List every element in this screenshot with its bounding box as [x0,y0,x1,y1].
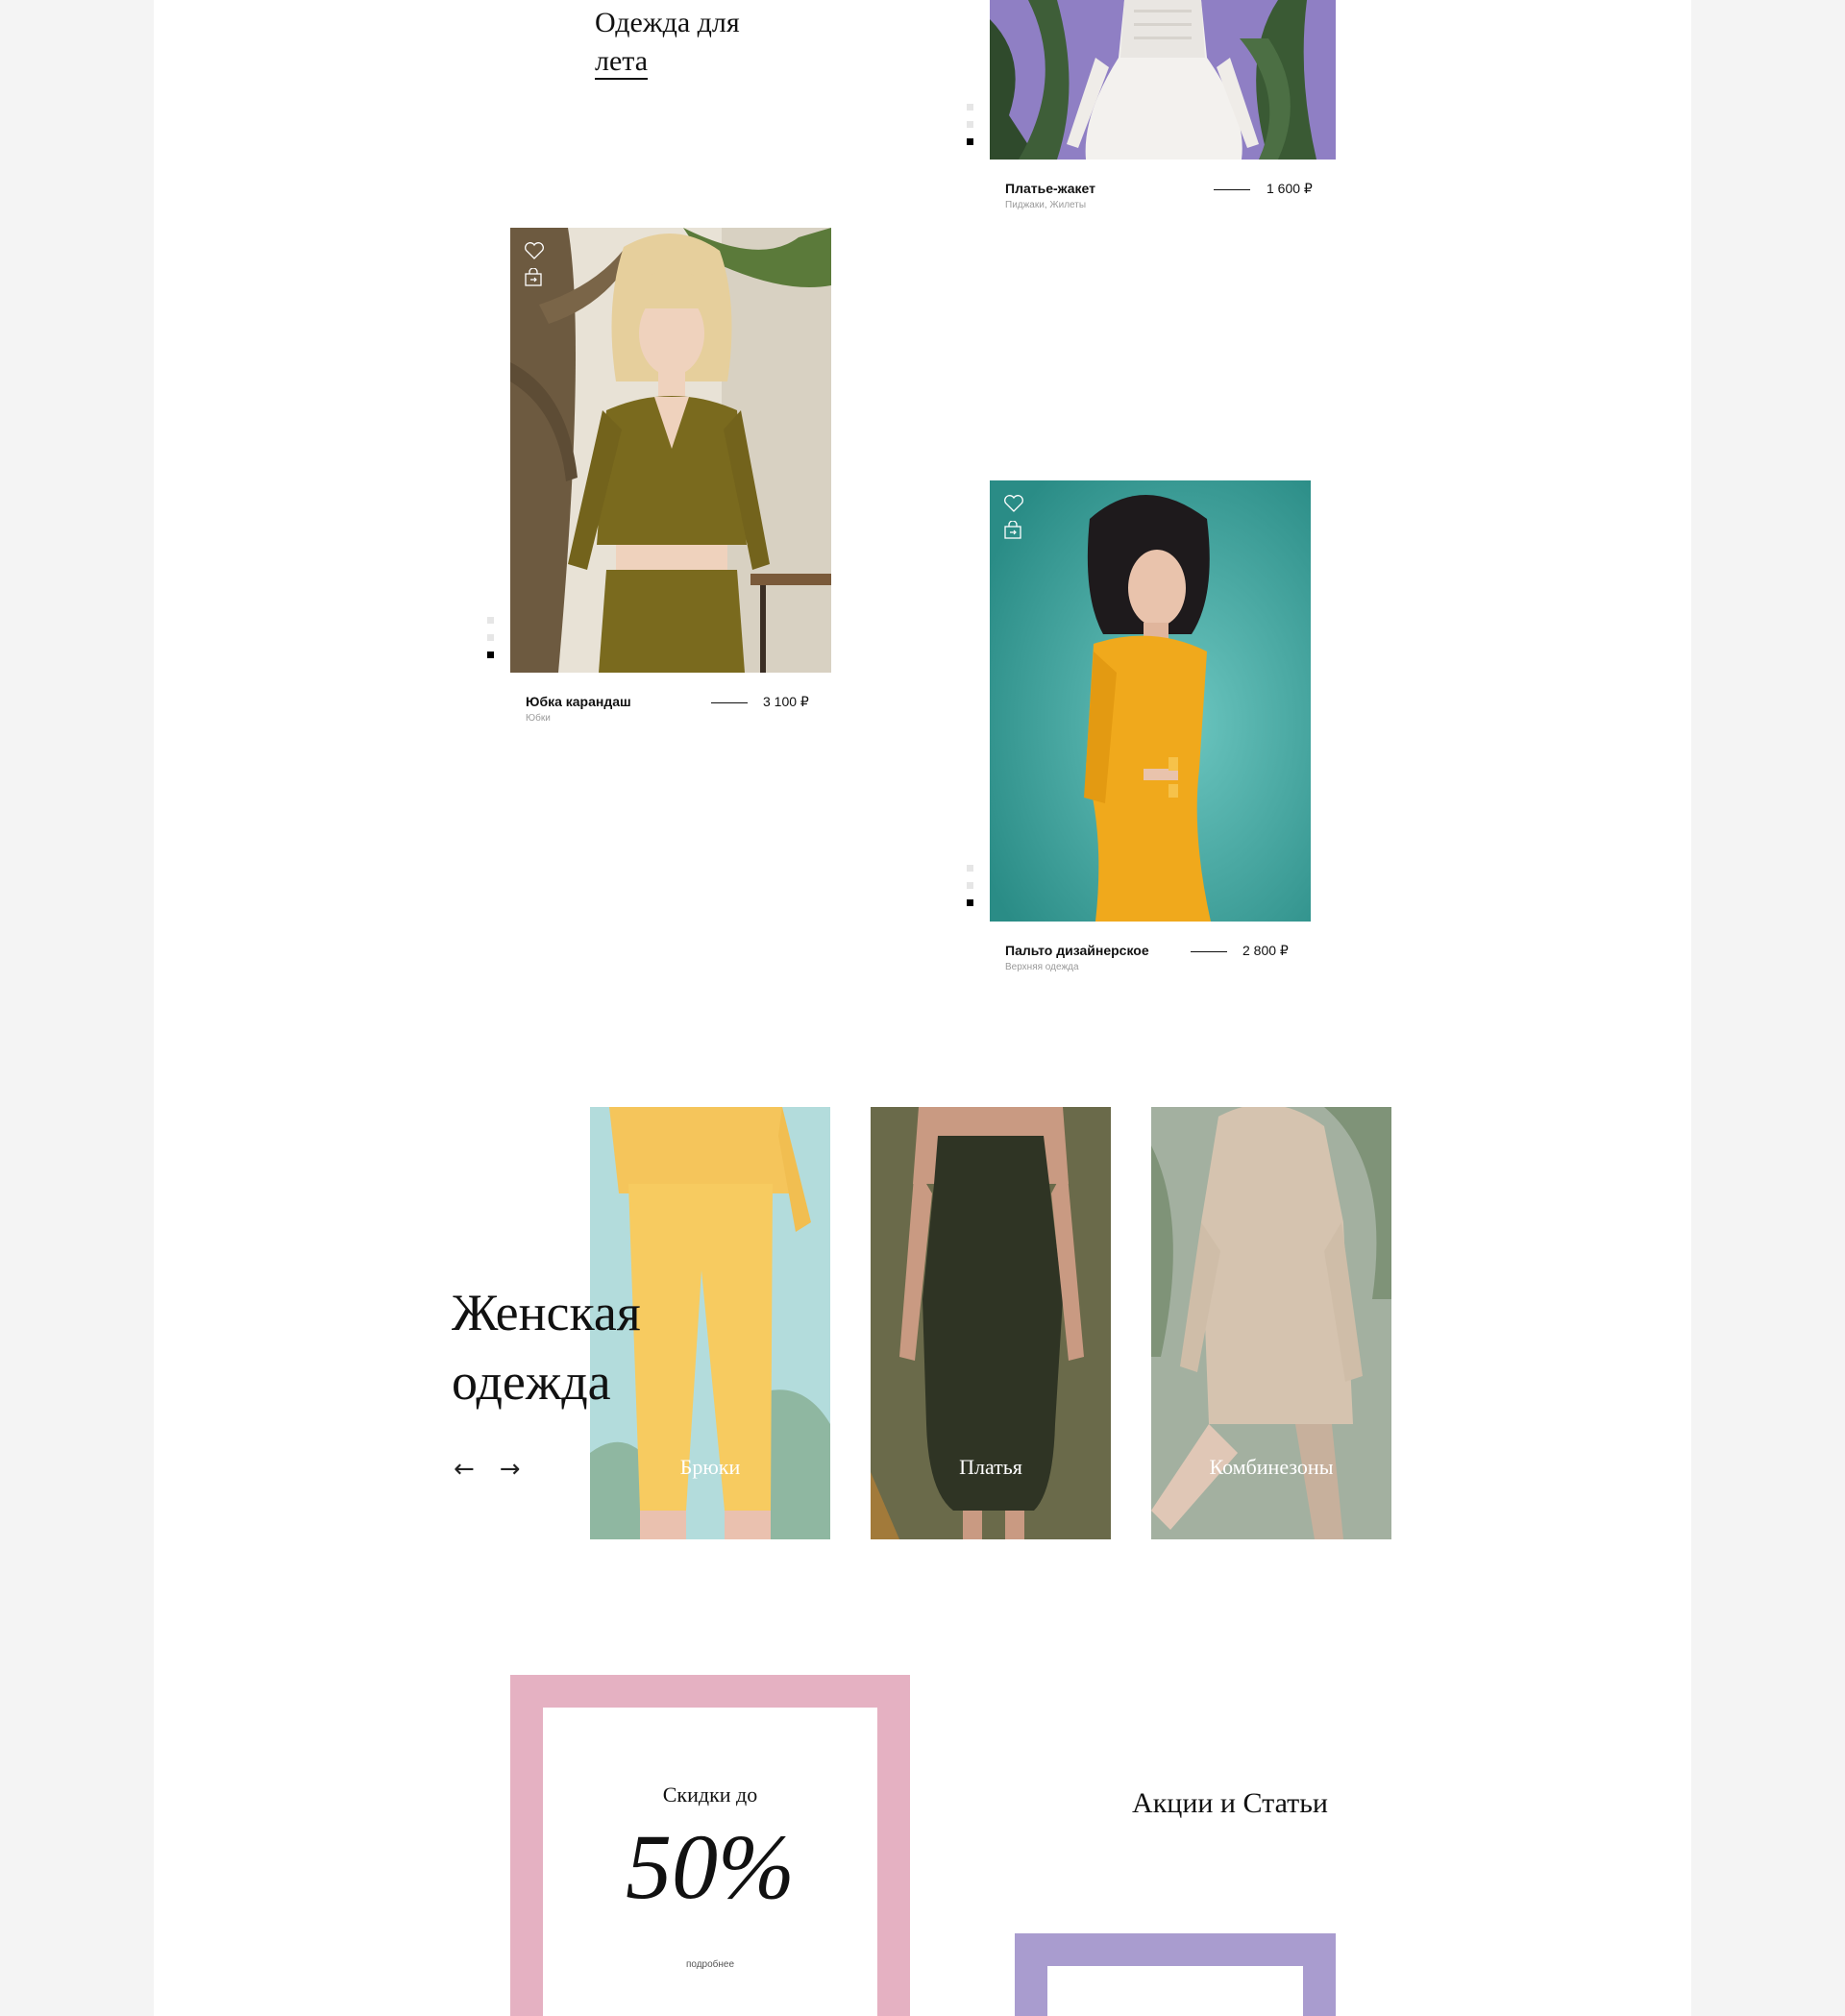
sale-value: 50% [626,1815,795,1918]
heart-icon[interactable] [1003,494,1024,513]
bag-icon[interactable] [1003,521,1022,540]
bag-icon[interactable] [524,268,543,287]
arrow-left-icon[interactable]: ← [454,1455,475,1484]
women-heading-line1: Женская [452,1284,641,1341]
dot[interactable] [487,634,494,641]
summer-link[interactable]: лета [595,45,649,80]
dot-active[interactable] [967,138,973,145]
category-tile-dresses[interactable]: Платья [871,1107,1111,1539]
product-price: 1 600 ₽ [1267,181,1313,196]
price-dash [1191,951,1227,952]
slide-dots-dress-jacket[interactable] [967,104,973,156]
product-price: 2 800 ₽ [1242,943,1289,958]
slide-dots-pencil-skirt[interactable] [487,617,494,669]
dot[interactable] [487,617,494,624]
promo-card-inner [1047,1966,1303,2016]
dot[interactable] [967,865,973,872]
product-name[interactable]: Юбка карандаш [526,694,631,709]
designer-coat-image [990,480,1311,922]
product-name[interactable]: Пальто дизайнерское [1005,943,1149,958]
category-tile-jumpsuits[interactable]: Комбинезоны [1151,1107,1391,1539]
women-heading: Женская одежда [452,1278,641,1416]
carousel-arrows: ← → [454,1455,546,1484]
heart-icon[interactable] [524,241,545,260]
product-category: Пиджаки, Жилеты [1005,200,1087,210]
page: Одежда для лета Платье-жакет Пиджаки, Жи… [154,0,1691,2016]
pencil-skirt-image [510,228,831,673]
sale-more-link[interactable]: подробнее [543,1959,877,1970]
product-name[interactable]: Платье-жакет [1005,181,1095,196]
summer-heading-line1: Одежда для [595,7,740,38]
product-photo-pencil-skirt[interactable] [510,228,831,673]
dot-active[interactable] [487,652,494,658]
product-category: Юбки [526,713,551,724]
category-label: Комбинезоны [1209,1455,1334,1479]
articles-heading: Акции и Статьи [1132,1787,1328,1819]
summer-heading: Одежда для лета [595,4,740,81]
dot-active[interactable] [967,899,973,906]
arrow-right-icon[interactable]: → [500,1455,521,1484]
card-icons [1003,494,1024,548]
product-photo-designer-coat[interactable] [990,480,1311,922]
price-dash [711,702,748,703]
dot[interactable] [967,121,973,128]
price-dash [1214,189,1250,190]
dress-jacket-image [990,0,1336,160]
promo-card[interactable] [1015,1933,1336,2016]
product-category: Верхняя одежда [1005,962,1079,972]
sale-banner[interactable]: Скидки до 50% подробнее [510,1675,910,2016]
dot[interactable] [967,882,973,889]
women-heading-line2: одежда [452,1353,611,1411]
product-price: 3 100 ₽ [763,694,809,709]
product-photo-dress-jacket[interactable] [990,0,1336,160]
category-label: Брюки [679,1455,741,1479]
slide-dots-designer-coat[interactable] [967,865,973,917]
sale-prefix: Скидки до [662,1782,758,1807]
sale-banner-inner: Скидки до 50% подробнее [543,1708,877,2016]
card-icons [524,241,545,295]
category-label: Платья [959,1455,1022,1479]
dot[interactable] [967,104,973,111]
